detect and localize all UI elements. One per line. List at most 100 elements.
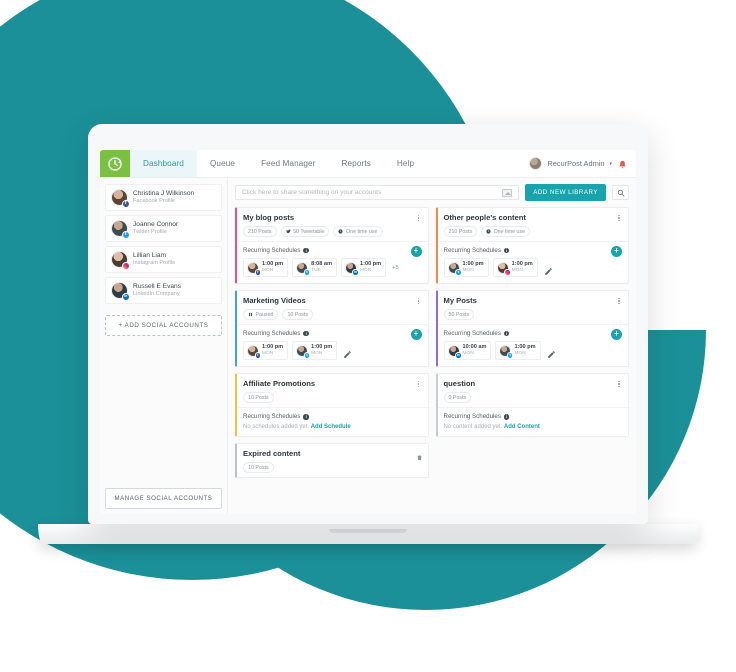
schedule-day: MON: [514, 351, 526, 357]
schedule-chip-row: in 10:00 am MON t 1:00 pm MON: [443, 341, 623, 361]
kebab-menu-icon[interactable]: [415, 213, 423, 223]
laptop-notch: [329, 529, 407, 533]
library-card[interactable]: Marketing Videos Paused 10 Posts Recurri…: [235, 290, 429, 368]
add-schedule-fab[interactable]: +: [611, 246, 622, 258]
user-avatar[interactable]: [529, 157, 543, 170]
badge-one-time-use: One time use: [481, 226, 531, 238]
info-icon[interactable]: i: [303, 247, 309, 254]
nav-item-dashboard[interactable]: Dashboard: [130, 150, 197, 177]
info-icon[interactable]: i: [503, 414, 510, 420]
add-schedule-fab[interactable]: +: [410, 246, 422, 258]
manage-social-accounts-button[interactable]: MANAGE SOCIAL ACCOUNTS: [105, 488, 222, 509]
nav-item-help[interactable]: Help: [384, 150, 427, 177]
sidebar-account-instagram[interactable]: Lillian Liam Instagram Profile: [105, 246, 222, 273]
account-type: Twitter Profile: [133, 228, 167, 235]
twitter-bird-icon: [285, 229, 291, 234]
sidebar-account-facebook[interactable]: f Christina J Wilkinson Facebook Profile: [105, 184, 222, 211]
twitter-icon: t: [121, 230, 130, 239]
library-card[interactable]: My blog posts 210 Posts 50 Tweetable One…: [235, 207, 429, 285]
pencil-edit-icon[interactable]: [343, 346, 352, 359]
share-composer-input[interactable]: Click here to share something on your ac…: [235, 185, 520, 200]
badge-post-count: 10 Posts: [282, 309, 314, 321]
more-schedules-count[interactable]: +5: [390, 265, 399, 271]
info-icon[interactable]: i: [303, 330, 309, 337]
badge-post-count: 210 Posts: [443, 226, 478, 238]
account-type: LinkedIn Company: [133, 290, 180, 297]
card-badges: 10 Posts: [243, 392, 422, 404]
schedule-chip-row: t 1:00 pm MON 1:00 pm MON: [443, 258, 623, 278]
add-new-library-button[interactable]: ADD NEW LIBRARY: [525, 184, 606, 201]
nav-item-queue[interactable]: Queue: [197, 150, 248, 177]
add-schedule-fab[interactable]: +: [410, 329, 422, 341]
user-name-label[interactable]: RecurPost Admin: [547, 159, 604, 168]
card-title: Affiliate Promotions: [243, 379, 316, 389]
kebab-menu-icon[interactable]: [615, 213, 623, 223]
card-title: My Posts: [443, 296, 477, 306]
schedules-title: Recurring Schedules: [243, 247, 301, 255]
schedule-chip[interactable]: in 10:00 am MON: [443, 341, 492, 361]
schedule-chip[interactable]: f 1:00 pm MON: [243, 341, 289, 361]
facebook-icon: f: [254, 352, 261, 359]
sidebar-account-linkedin[interactable]: in Russell E Evans LinkedIn Company: [105, 277, 222, 304]
card-title: Other people's content: [443, 213, 526, 222]
avatar-wrap: f: [111, 189, 130, 208]
badge-label: One time use: [345, 228, 378, 235]
search-button[interactable]: [612, 185, 629, 200]
trash-delete-icon[interactable]: [416, 449, 423, 461]
add-schedule-fab[interactable]: +: [611, 329, 622, 341]
nav-items: Dashboard Queue Feed Manager Reports Hel…: [130, 150, 427, 177]
library-card[interactable]: Affiliate Promotions 10 Posts Recurring …: [235, 373, 429, 438]
recurpost-logo-icon[interactable]: [100, 150, 130, 177]
card-header: Affiliate Promotions 10 Posts: [237, 374, 428, 407]
kebab-menu-icon[interactable]: [415, 296, 423, 306]
schedule-chip-row: f 1:00 pm MON: [243, 341, 422, 361]
kebab-menu-icon[interactable]: [615, 296, 623, 306]
info-icon[interactable]: i: [303, 414, 309, 420]
pencil-edit-icon[interactable]: [544, 263, 553, 275]
add-schedule-link[interactable]: Add Schedule: [311, 424, 351, 430]
badge-paused: Paused: [243, 309, 279, 321]
schedule-chip[interactable]: 1:00 pm MON: [492, 258, 538, 278]
badge-one-time-use: One time use: [333, 226, 383, 238]
account-name: Russell E Evans: [133, 282, 182, 290]
notification-bell-icon[interactable]: [617, 158, 628, 170]
account-type: Instagram Profile: [133, 259, 176, 266]
badge-post-count: 10 Posts: [243, 392, 274, 404]
schedules-section: Recurring Schedules i + t 1:00 pm MON 1:…: [438, 242, 629, 283]
schedule-chip[interactable]: t 1:00 pm MON: [443, 258, 489, 278]
sidebar-account-twitter[interactable]: t Joanne Connor Twitter Profile: [105, 215, 222, 242]
card-title: question: [443, 379, 476, 389]
nav-item-reports[interactable]: Reports: [329, 150, 384, 177]
library-card[interactable]: My Posts 50 Posts Recurring Schedules i: [435, 290, 629, 368]
nav-item-feed-manager[interactable]: Feed Manager: [248, 150, 328, 177]
add-content-link[interactable]: Add Content: [504, 424, 540, 430]
info-icon[interactable]: i: [503, 247, 510, 254]
info-icon[interactable]: i: [503, 330, 510, 337]
library-card[interactable]: Other people's content 210 Posts One tim…: [435, 207, 629, 285]
card-header: Expired content 10 Posts: [237, 444, 428, 477]
linkedin-icon: in: [455, 352, 462, 359]
schedules-section: Recurring Schedules i + f 1:00 pm MON t …: [237, 242, 428, 283]
schedules-title: Recurring Schedules: [243, 330, 301, 338]
add-social-accounts-button[interactable]: + ADD SOCIAL ACCOUNTS: [105, 315, 222, 336]
badge-label: 50 Posts: [448, 311, 470, 318]
main-content: Click here to share something on your ac…: [228, 178, 636, 514]
schedules-label: Recurring Schedules i: [444, 330, 623, 337]
schedule-chip[interactable]: t 8:08 am TUE: [292, 258, 337, 278]
nav-label: Help: [396, 159, 415, 168]
nav-label: Queue: [209, 159, 236, 168]
kebab-menu-icon[interactable]: [615, 379, 623, 389]
schedule-chip[interactable]: f 1:00 pm MON: [243, 258, 289, 278]
library-card[interactable]: question 0 Posts Recurring Schedules i N…: [435, 373, 629, 438]
schedule-chip[interactable]: in 1:00 pm MON: [340, 258, 387, 278]
chevron-down-icon[interactable]: ▾: [609, 161, 612, 167]
pencil-edit-icon[interactable]: [547, 346, 556, 359]
nav-right-group: RecurPost Admin ▾: [529, 150, 636, 177]
kebab-menu-icon[interactable]: [415, 379, 423, 389]
schedules-section: Recurring Schedules i No schedules added…: [237, 408, 428, 436]
library-card-expired[interactable]: Expired content 10 Posts: [235, 443, 429, 479]
badge-post-count: 50 Posts: [443, 309, 475, 321]
schedule-chip[interactable]: t 1:00 pm MON: [292, 341, 338, 361]
schedule-chip[interactable]: t 1:00 pm MON: [495, 341, 541, 361]
image-upload-icon[interactable]: [502, 188, 513, 197]
